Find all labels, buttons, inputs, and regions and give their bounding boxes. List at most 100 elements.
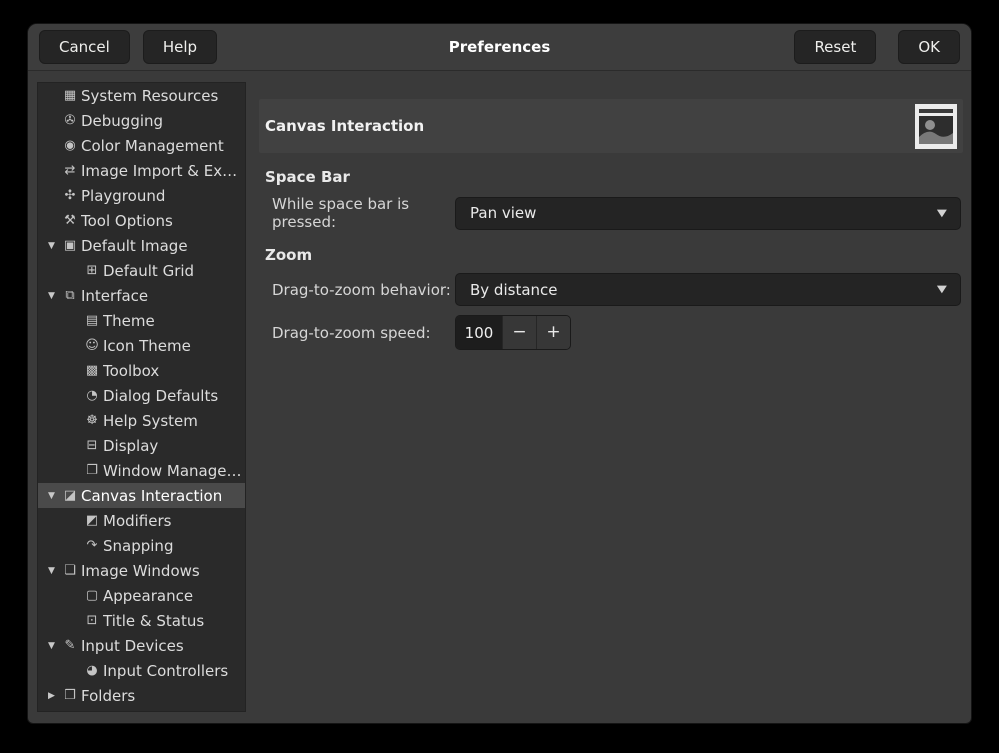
sidebar-item-snapping[interactable]: ↷ Snapping [38, 533, 245, 558]
zoom-speed-label: Drag-to-zoom speed: [272, 324, 455, 342]
increment-button[interactable]: + [536, 316, 570, 349]
expander-collapsed-icon[interactable]: ▶ [42, 691, 61, 701]
input-controllers-icon: ◕ [83, 663, 101, 678]
zoom-speed-row: Drag-to-zoom speed: − + [272, 315, 963, 350]
sidebar-item-tool-options[interactable]: ⚒ Tool Options [38, 208, 245, 233]
canvas-interaction-icon: ◪ [61, 488, 79, 503]
chevron-down-icon: ▼ [937, 208, 947, 219]
zoom-speed-stepper: − + [455, 315, 571, 350]
content-pane: Canvas Interaction Space Bar While space… [259, 85, 963, 350]
sidebar-item-label: Playground [81, 187, 165, 205]
modifiers-icon: ◩ [83, 513, 101, 528]
sidebar-item-label: Modifiers [103, 512, 171, 530]
reset-button[interactable]: Reset [794, 30, 876, 64]
sidebar-item-image-import-export[interactable]: ⇄ Image Import & Export [38, 158, 245, 183]
sidebar-item-theme[interactable]: ▤ Theme [38, 308, 245, 333]
sidebar-item-label: Default Image [81, 237, 188, 255]
sidebar-item-system-resources[interactable]: ▦ System Resources [38, 83, 245, 108]
space-bar-dropdown-value: Pan view [470, 204, 536, 222]
expander-expanded-icon[interactable]: ▼ [42, 491, 61, 501]
input-devices-icon: ✎ [61, 638, 79, 653]
sidebar-item-playground[interactable]: ✣ Playground [38, 183, 245, 208]
system-resources-icon: ▦ [61, 88, 79, 103]
sidebar-item-default-image[interactable]: ▼ ▣ Default Image [38, 233, 245, 258]
sidebar-item-image-windows[interactable]: ▼ ❏ Image Windows [38, 558, 245, 583]
sidebar-item-toolbox[interactable]: ▩ Toolbox [38, 358, 245, 383]
sidebar-item-label: Debugging [81, 112, 163, 130]
sidebar-item-label: Folders [81, 687, 135, 705]
sidebar-item-label: Image Import & Export [81, 162, 245, 180]
expander-expanded-icon[interactable]: ▼ [42, 641, 61, 651]
theme-icon: ▤ [83, 313, 101, 328]
sidebar-item-input-devices[interactable]: ▼ ✎ Input Devices [38, 633, 245, 658]
sidebar-item-label: Tool Options [81, 212, 173, 230]
expander-expanded-icon[interactable]: ▼ [42, 566, 61, 576]
sidebar-item-label: Appearance [103, 587, 193, 605]
sidebar-item-interface[interactable]: ▼ ⧉ Interface [38, 283, 245, 308]
interface-icon: ⧉ [61, 288, 79, 303]
sidebar-item-label: Image Windows [81, 562, 200, 580]
sidebar-item-label: Toolbox [103, 362, 159, 380]
canvas-window-icon [915, 104, 957, 149]
sidebar-item-label: Canvas Interaction [81, 487, 222, 505]
titlebar-left-buttons: Cancel Help [39, 30, 217, 64]
sidebar-item-display[interactable]: ⊟ Display [38, 433, 245, 458]
section-title-space-bar: Space Bar [265, 168, 963, 186]
page-title: Canvas Interaction [265, 117, 424, 135]
cancel-button[interactable]: Cancel [39, 30, 130, 64]
sidebar-item-color-management[interactable]: ◉ Color Management [38, 133, 245, 158]
space-bar-label: While space bar is pressed: [272, 195, 455, 231]
sidebar-item-debugging[interactable]: ✇ Debugging [38, 108, 245, 133]
sidebar-item-label: Default Grid [103, 262, 194, 280]
page-header: Canvas Interaction [259, 99, 963, 153]
sidebar-item-help-system[interactable]: ☸ Help System [38, 408, 245, 433]
sidebar-item-window-management[interactable]: ❐ Window Management [38, 458, 245, 483]
help-button[interactable]: Help [143, 30, 217, 64]
sidebar-item-label: Help System [103, 412, 198, 430]
zoom-behavior-row: Drag-to-zoom behavior: By distance ▼ [272, 273, 963, 306]
ok-button[interactable]: OK [898, 30, 960, 64]
zoom-speed-input[interactable] [456, 316, 502, 349]
sidebar-item-label: Icon Theme [103, 337, 191, 355]
preferences-dialog: Cancel Help Preferences Reset OK ▦ Syste… [28, 24, 971, 723]
folders-icon: ❒ [61, 688, 79, 703]
decrement-button[interactable]: − [502, 316, 536, 349]
appearance-icon: ▢ [83, 588, 101, 603]
sidebar-item-folders[interactable]: ▶ ❒ Folders [38, 683, 245, 708]
sidebar-item-label: Color Management [81, 137, 224, 155]
screen: { "window": { "title": "Preferences" }, … [0, 0, 999, 753]
sidebar-item-label: Snapping [103, 537, 173, 555]
sidebar-item-icon-theme[interactable]: ☺ Icon Theme [38, 333, 245, 358]
titlebar: Cancel Help Preferences Reset OK [28, 24, 971, 71]
sidebar-item-label: Theme [103, 312, 155, 330]
space-bar-row: While space bar is pressed: Pan view ▼ [272, 195, 963, 231]
snapping-icon: ↷ [83, 538, 101, 553]
titlebar-right-buttons: Reset OK [794, 30, 960, 64]
sidebar-item-label: Window Management [103, 462, 245, 480]
preferences-tree: ▦ System Resources ✇ Debugging ◉ Color M… [37, 82, 246, 712]
icon-theme-icon: ☺ [83, 338, 101, 353]
sidebar-item-default-grid[interactable]: ⊞ Default Grid [38, 258, 245, 283]
expander-expanded-icon[interactable]: ▼ [42, 241, 61, 251]
sidebar-item-dialog-defaults[interactable]: ◔ Dialog Defaults [38, 383, 245, 408]
expander-expanded-icon[interactable]: ▼ [42, 291, 61, 301]
sidebar-item-input-controllers[interactable]: ◕ Input Controllers [38, 658, 245, 683]
tool-options-icon: ⚒ [61, 213, 79, 228]
sidebar-item-title-status[interactable]: ⊡ Title & Status [38, 608, 245, 633]
sidebar-item-modifiers[interactable]: ◩ Modifiers [38, 508, 245, 533]
sidebar-item-label: Title & Status [103, 612, 204, 630]
sidebar-item-label: Input Controllers [103, 662, 228, 680]
space-bar-dropdown[interactable]: Pan view ▼ [455, 197, 961, 230]
sidebar-item-appearance[interactable]: ▢ Appearance [38, 583, 245, 608]
sidebar-item-label: Display [103, 437, 158, 455]
title-status-icon: ⊡ [83, 613, 101, 628]
sidebar-item-label: Dialog Defaults [103, 387, 218, 405]
image-import-export-icon: ⇄ [61, 163, 79, 178]
zoom-behavior-dropdown[interactable]: By distance ▼ [455, 273, 961, 306]
sidebar-item-label: System Resources [81, 87, 218, 105]
dialog-defaults-icon: ◔ [83, 388, 101, 403]
chevron-down-icon: ▼ [937, 284, 947, 295]
sidebar-item-label: Interface [81, 287, 148, 305]
section-title-zoom: Zoom [265, 246, 963, 264]
sidebar-item-canvas-interaction[interactable]: ▼ ◪ Canvas Interaction [38, 483, 245, 508]
